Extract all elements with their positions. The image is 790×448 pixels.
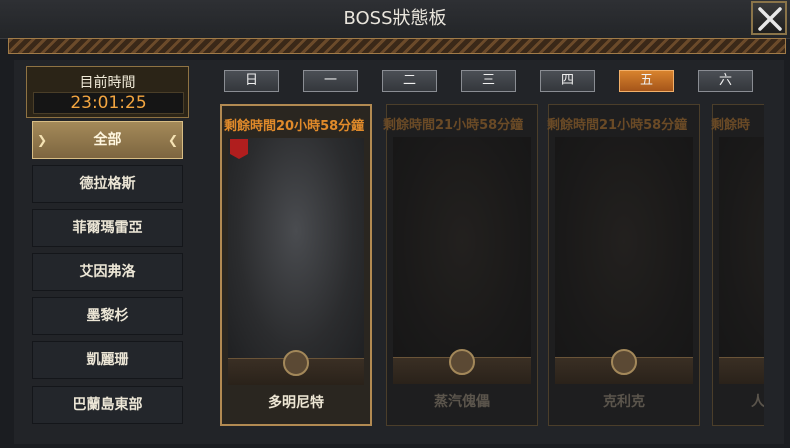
boss-name: 人 bbox=[751, 394, 764, 410]
clock-label: 目前時間 bbox=[79, 75, 136, 91]
chevron-left-icon: ❮ bbox=[167, 133, 178, 147]
day-tab-fri[interactable]: 五 bbox=[619, 70, 674, 92]
zone-button[interactable]: 德拉格斯 bbox=[32, 165, 183, 203]
card-banner bbox=[719, 357, 764, 384]
remaining-time: 剩餘時間21小時58分鐘 bbox=[383, 118, 524, 133]
zone-button[interactable]: 菲爾瑪雷亞 bbox=[32, 209, 183, 247]
zone-button[interactable]: 墨黎杉 bbox=[32, 297, 183, 335]
zone-label: 全部 bbox=[93, 132, 122, 148]
day-tab-sun[interactable]: 日 bbox=[224, 70, 279, 92]
boss-card[interactable]: 多明尼特 剩餘時間20小時58分鐘 bbox=[220, 104, 372, 426]
remaining-time: 剩餘時 bbox=[711, 118, 751, 133]
boss-card[interactable]: 蒸汽傀儡 剩餘時間21小時58分鐘 bbox=[383, 104, 538, 426]
boss-name: 蒸汽傀儡 bbox=[434, 394, 490, 410]
close-icon bbox=[758, 7, 782, 31]
boss-card[interactable]: 克利克 剩餘時間21小時58分鐘 bbox=[547, 104, 700, 426]
close-button[interactable] bbox=[751, 1, 787, 35]
zone-label: 艾因弗洛 bbox=[79, 264, 136, 280]
clock-value: 23:01:25 bbox=[33, 92, 184, 114]
boss-card-list: 多明尼特 剩餘時間20小時58分鐘 蒸汽傀儡 剩餘時間21小時58分鐘 克利克 … bbox=[212, 100, 764, 430]
boss-card[interactable]: 人 剩餘時 bbox=[711, 104, 764, 426]
day-tab-thu[interactable]: 四 bbox=[540, 70, 595, 92]
boss-emblem-icon bbox=[611, 349, 637, 375]
day-tab-wed[interactable]: 三 bbox=[461, 70, 516, 92]
day-tab-tue[interactable]: 二 bbox=[382, 70, 437, 92]
zone-label: 菲爾瑪雷亞 bbox=[72, 220, 143, 236]
remaining-time: 剩餘時間21小時58分鐘 bbox=[547, 118, 688, 133]
day-tab-sat[interactable]: 六 bbox=[698, 70, 753, 92]
chevron-right-icon: ❯ bbox=[37, 133, 48, 147]
zone-button[interactable]: 凱麗珊 bbox=[32, 341, 183, 379]
ornament-band bbox=[8, 38, 786, 54]
zone-button[interactable]: 艾因弗洛 bbox=[32, 253, 183, 291]
clock-box: 目前時間 23:01:25 bbox=[26, 66, 189, 118]
boss-portrait bbox=[228, 138, 364, 370]
boss-emblem-icon bbox=[283, 350, 309, 376]
day-tab-mon[interactable]: 一 bbox=[303, 70, 358, 92]
boss-emblem-icon bbox=[449, 349, 475, 375]
window-title: BOSS狀態板 bbox=[343, 8, 447, 29]
remaining-time: 剩餘時間20小時58分鐘 bbox=[224, 119, 365, 134]
boss-name: 多明尼特 bbox=[268, 395, 324, 411]
zone-button-all[interactable]: ❯ 全部 ❮ bbox=[32, 121, 183, 159]
zone-label: 凱麗珊 bbox=[86, 352, 129, 368]
zone-label: 德拉格斯 bbox=[79, 176, 136, 192]
zone-label: 巴蘭島東部 bbox=[72, 397, 143, 413]
zone-label: 墨黎杉 bbox=[86, 308, 129, 324]
boss-name: 克利克 bbox=[603, 394, 645, 410]
zone-button[interactable]: 巴蘭島東部 bbox=[32, 386, 183, 424]
